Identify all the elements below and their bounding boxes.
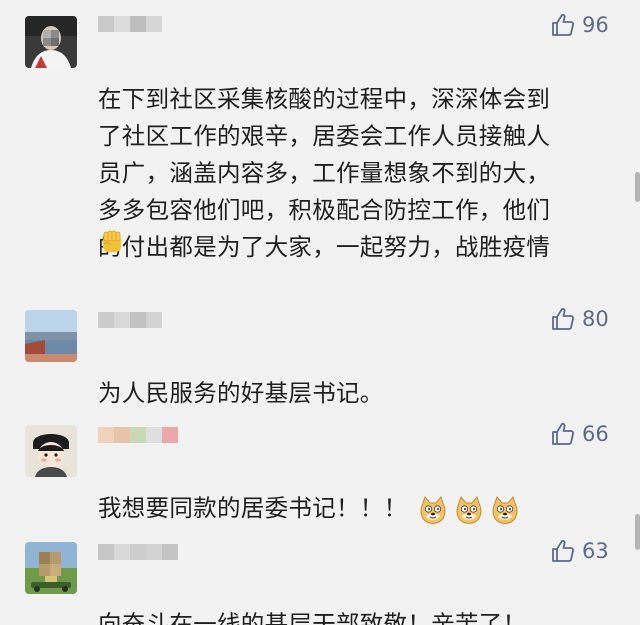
comment-text-content: 在下到社区采集核酸的过程中，深深体会到 了社区工作的艰辛，居委会工作人员接触人 …: [98, 85, 551, 261]
comment-text: 在下到社区采集核酸的过程中，深深体会到 了社区工作的艰辛，居委会工作人员接触人 …: [98, 44, 618, 266]
like-count: 80: [582, 307, 609, 331]
like-count: 96: [582, 13, 609, 37]
comment-feed: 96 在下到社区采集核酸的过程中，深深体会到 了社区工作的艰辛，居委会工作人员接…: [0, 0, 640, 625]
username-mosaic[interactable]: [98, 312, 162, 328]
like-button[interactable]: 80: [550, 306, 609, 332]
like-button[interactable]: 66: [550, 421, 609, 447]
doge-icon: [457, 495, 482, 524]
like-button[interactable]: 96: [550, 12, 609, 38]
thumbs-up-icon: [552, 307, 575, 330]
thumbs-up-icon: [552, 422, 575, 445]
doge-icon: [493, 495, 518, 524]
avatar[interactable]: [25, 542, 77, 594]
thumbs-up-icon: [552, 13, 575, 36]
doge-emoji-group: [417, 494, 521, 526]
username-mosaic[interactable]: [98, 16, 162, 32]
comment-text-content: 我想要同款的居委书记！！！: [98, 494, 408, 522]
comment-text: 向奋斗在一线的基层干部致敬！辛苦了！: [98, 569, 618, 625]
username-mosaic[interactable]: [98, 544, 178, 560]
username-mosaic[interactable]: [98, 427, 178, 443]
comment-text-content: 为人民服务的好基层书记。: [98, 379, 384, 407]
avatar[interactable]: [25, 310, 77, 362]
scrollbar-thumb[interactable]: [635, 514, 640, 550]
thumbs-up-icon: [552, 539, 575, 562]
comment-text: 为人民服务的好基层书记。: [98, 338, 618, 412]
like-count: 66: [582, 422, 609, 446]
avatar[interactable]: [25, 16, 77, 68]
like-count: 63: [582, 539, 609, 563]
avatar[interactable]: [25, 425, 77, 477]
raised-fist-icon: [98, 228, 126, 260]
doge-icon: [421, 495, 446, 524]
comment-text: 我想要同款的居委书记！！！: [98, 453, 638, 527]
like-button[interactable]: 63: [550, 538, 609, 564]
comment-text-content: 向奋斗在一线的基层干部致敬！辛苦了！: [98, 610, 527, 625]
scrollbar-thumb[interactable]: [635, 172, 640, 202]
